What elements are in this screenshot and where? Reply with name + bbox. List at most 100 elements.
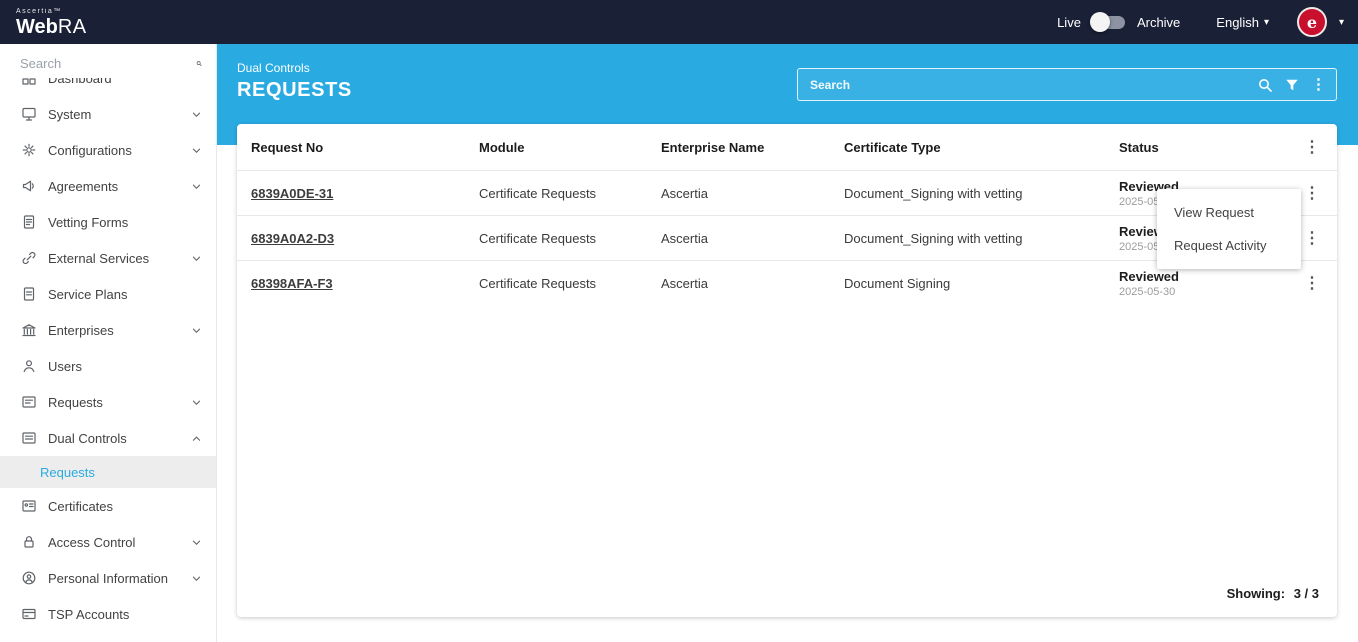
page-title: REQUESTS bbox=[237, 79, 352, 102]
request-no-link[interactable]: 68398AFA-F3 bbox=[237, 276, 467, 291]
sidebar-item-label: Service Plans bbox=[48, 287, 202, 302]
link-icon bbox=[20, 250, 37, 266]
sidebar-item-certificates[interactable]: Certificates bbox=[0, 488, 216, 524]
sidebar-item-system[interactable]: System bbox=[0, 96, 216, 132]
sidebar-item-agreements[interactable]: Agreements bbox=[0, 168, 216, 204]
showing-label: Showing: bbox=[1227, 586, 1286, 601]
enterprise-cell: Ascertia bbox=[649, 276, 832, 291]
topbar-actions: Live Archive English ▾ e ▾ bbox=[1057, 7, 1344, 37]
form-icon bbox=[20, 214, 37, 230]
sidebar-item-service-plans[interactable]: Service Plans bbox=[0, 276, 216, 312]
table-options-kebab-icon[interactable]: ⋮ bbox=[1287, 137, 1337, 157]
sidebar-item-label: External Services bbox=[48, 251, 180, 266]
sidebar-item-label: Personal Information bbox=[48, 571, 180, 586]
sidebar-item-label: Dual Controls bbox=[48, 431, 180, 446]
enterprise-cell: Ascertia bbox=[649, 186, 832, 201]
chevron-down-icon bbox=[191, 325, 202, 336]
search-actions: ⋮ bbox=[1257, 77, 1326, 93]
column-header-module[interactable]: Module bbox=[467, 140, 649, 155]
caret-down-icon: ▾ bbox=[1264, 17, 1269, 28]
search-icon[interactable] bbox=[196, 56, 202, 71]
avatar[interactable]: e bbox=[1297, 7, 1327, 37]
language-label: English bbox=[1216, 15, 1259, 30]
search-icon[interactable] bbox=[1257, 77, 1273, 93]
gear-icon bbox=[20, 142, 37, 158]
chevron-down-icon bbox=[191, 397, 202, 408]
request-no-link[interactable]: 6839A0DE-31 bbox=[237, 186, 467, 201]
sidebar-item-vetting-forms[interactable]: Vetting Forms bbox=[0, 204, 216, 240]
live-archive-toggle[interactable] bbox=[1093, 16, 1125, 29]
column-header-enterprise-name[interactable]: Enterprise Name bbox=[649, 140, 832, 155]
sidebar-item-personal-information[interactable]: Personal Information bbox=[0, 560, 216, 596]
column-header-status[interactable]: Status bbox=[1107, 140, 1287, 155]
certificate-type-cell: Document_Signing with vetting bbox=[832, 186, 1107, 201]
certificate-type-cell: Document Signing bbox=[832, 276, 1107, 291]
chevron-down-icon bbox=[191, 573, 202, 584]
sidebar-item-label: Requests bbox=[40, 465, 216, 480]
archive-label: Archive bbox=[1137, 15, 1180, 30]
sidebar-item-label: Requests bbox=[48, 395, 180, 410]
sidebar-item-dual-controls[interactable]: Dual Controls bbox=[0, 420, 216, 456]
requests-icon bbox=[20, 394, 37, 410]
menu-item-request-activity[interactable]: Request Activity bbox=[1157, 229, 1301, 262]
card-icon bbox=[20, 606, 37, 622]
system-icon bbox=[20, 106, 37, 122]
chevron-down-icon bbox=[191, 181, 202, 192]
column-header-request-no[interactable]: Request No bbox=[237, 140, 467, 155]
language-selector[interactable]: English ▾ bbox=[1216, 15, 1269, 30]
user-icon bbox=[20, 358, 37, 374]
person-circle-icon bbox=[20, 570, 37, 586]
main-content: Dual Controls REQUESTS ⋮ Request No Modu… bbox=[217, 44, 1358, 642]
sidebar-item-label: Vetting Forms bbox=[48, 215, 202, 230]
sidebar-item-tsp-accounts[interactable]: TSP Accounts bbox=[0, 596, 216, 632]
sidebar-item-label: System bbox=[48, 107, 180, 122]
sidebar-item-label: Enterprises bbox=[48, 323, 180, 338]
sidebar-item-external-services[interactable]: External Services bbox=[0, 240, 216, 276]
live-label: Live bbox=[1057, 15, 1081, 30]
certificate-type-cell: Document_Signing with vetting bbox=[832, 231, 1107, 246]
sidebar-item-requests[interactable]: Requests bbox=[0, 384, 216, 420]
sidebar-item-configurations[interactable]: Configurations bbox=[0, 132, 216, 168]
menu-item-view-request[interactable]: View Request bbox=[1157, 196, 1301, 229]
page-head: Dual Controls REQUESTS bbox=[237, 61, 352, 102]
more-options-icon[interactable]: ⋮ bbox=[1311, 77, 1326, 92]
module-cell: Certificate Requests bbox=[467, 186, 649, 201]
sidebar-item-enterprises[interactable]: Enterprises bbox=[0, 312, 216, 348]
sidebar-item-label: Configurations bbox=[48, 143, 180, 158]
sidebar-search[interactable] bbox=[0, 44, 216, 78]
brand-logo[interactable]: Ascertia™ WebRA bbox=[16, 8, 87, 37]
sidebar-item-label: Users bbox=[48, 359, 202, 374]
toggle-knob[interactable] bbox=[1090, 12, 1110, 32]
filter-icon[interactable] bbox=[1285, 78, 1299, 92]
sidebar-subitem-requests-active[interactable]: Requests bbox=[0, 456, 216, 488]
certificate-icon bbox=[20, 498, 37, 514]
main-search[interactable]: ⋮ bbox=[797, 68, 1337, 101]
breadcrumb: Dual Controls bbox=[237, 61, 352, 75]
sidebar-item-label: Certificates bbox=[48, 499, 202, 514]
showing-value: 3 / 3 bbox=[1294, 586, 1319, 601]
brand-ascertia: Ascertia™ bbox=[16, 8, 87, 15]
webra-app: Ascertia™ WebRA Live Archive English ▾ e… bbox=[0, 0, 1358, 642]
status-date: 2025-05-30 bbox=[1119, 286, 1275, 298]
module-cell: Certificate Requests bbox=[467, 231, 649, 246]
topbar: Ascertia™ WebRA Live Archive English ▾ e… bbox=[0, 0, 1358, 44]
document-icon bbox=[20, 286, 37, 302]
enterprise-cell: Ascertia bbox=[649, 231, 832, 246]
row-actions-kebab-icon[interactable]: ⋮ bbox=[1287, 273, 1337, 293]
sidebar-item-label: Access Control bbox=[48, 535, 180, 550]
sidebar-search-input[interactable] bbox=[20, 56, 196, 71]
chevron-up-icon bbox=[191, 433, 202, 444]
lock-icon bbox=[20, 534, 37, 550]
sidebar-item-users[interactable]: Users bbox=[0, 348, 216, 384]
sidebar-item-access-control[interactable]: Access Control bbox=[0, 524, 216, 560]
sidebar-nav: Dashboard System Configurations Agreemen… bbox=[0, 60, 216, 632]
brand-webra: WebRA bbox=[16, 16, 87, 38]
table-header-row: Request No Module Enterprise Name Certif… bbox=[237, 124, 1337, 170]
request-no-link[interactable]: 6839A0A2-D3 bbox=[237, 231, 467, 246]
profile-caret-down-icon[interactable]: ▾ bbox=[1339, 17, 1344, 28]
chevron-down-icon bbox=[191, 537, 202, 548]
search-input[interactable] bbox=[810, 78, 1257, 92]
column-header-certificate-type[interactable]: Certificate Type bbox=[832, 140, 1107, 155]
bank-icon bbox=[20, 322, 37, 338]
showing-count: Showing: 3 / 3 bbox=[237, 586, 1337, 617]
